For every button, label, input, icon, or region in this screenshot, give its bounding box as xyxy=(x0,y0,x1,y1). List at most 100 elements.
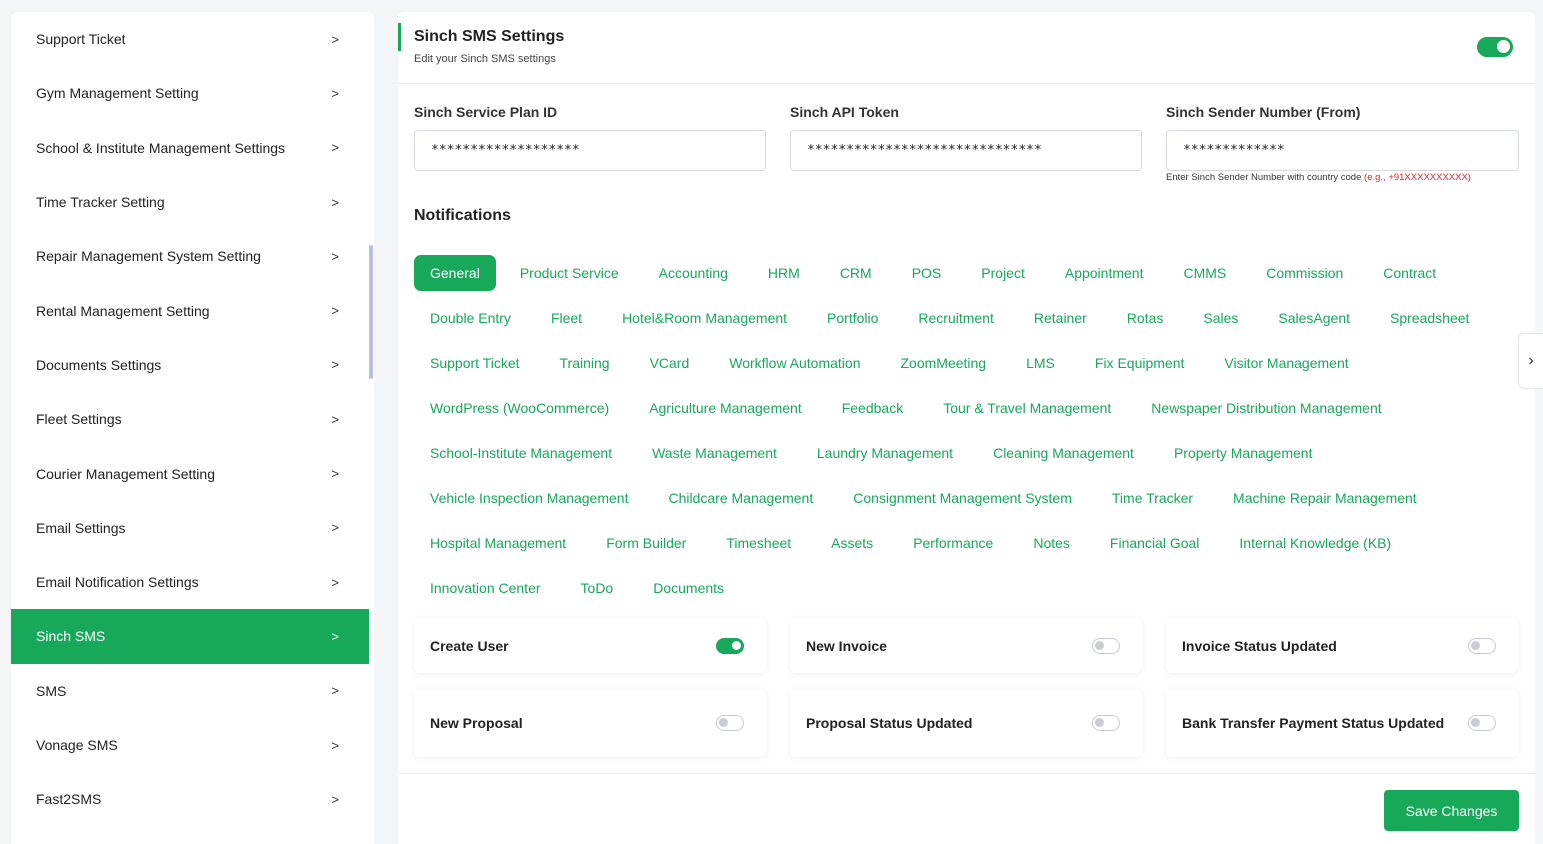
tab-sales[interactable]: Sales xyxy=(1187,300,1254,336)
tab-rotas[interactable]: Rotas xyxy=(1111,300,1180,336)
sidebar-item-repair-management-system-setting[interactable]: Repair Management System Setting > xyxy=(11,229,369,283)
sidebar-item-vonage-sms[interactable]: Vonage SMS > xyxy=(11,718,369,772)
tab-wordpress-woocommerce[interactable]: WordPress (WooCommerce) xyxy=(414,390,625,426)
tab-contract[interactable]: Contract xyxy=(1367,255,1452,291)
tab-visitor-management[interactable]: Visitor Management xyxy=(1208,345,1364,381)
sidebar-item-documents-settings[interactable]: Documents Settings > xyxy=(11,338,369,392)
tab-timesheet[interactable]: Timesheet xyxy=(710,525,807,561)
sidebar-scrollbar[interactable] xyxy=(369,245,373,379)
tab-product-service[interactable]: Product Service xyxy=(504,255,635,291)
tab-waste-management[interactable]: Waste Management xyxy=(636,435,793,471)
tab-assets[interactable]: Assets xyxy=(815,525,889,561)
sidebar-item-fast2sms[interactable]: Fast2SMS > xyxy=(11,772,369,826)
tab-form-builder[interactable]: Form Builder xyxy=(590,525,702,561)
toggle-knob xyxy=(732,640,741,650)
tab-training[interactable]: Training xyxy=(544,345,626,381)
tab-performance[interactable]: Performance xyxy=(897,525,1009,561)
bank-transfer-payment-status-updated-toggle[interactable] xyxy=(1468,715,1496,731)
tab-workflow-automation[interactable]: Workflow Automation xyxy=(713,345,876,381)
tab-financial-goal[interactable]: Financial Goal xyxy=(1094,525,1216,561)
tab-portfolio[interactable]: Portfolio xyxy=(811,300,894,336)
tab-lms[interactable]: LMS xyxy=(1010,345,1071,381)
tab-cleaning-management[interactable]: Cleaning Management xyxy=(977,435,1150,471)
tab-time-tracker[interactable]: Time Tracker xyxy=(1096,480,1209,516)
invoice-status-updated-toggle[interactable] xyxy=(1468,637,1496,654)
notification-card-invoice-status-updated: Invoice Status Updated xyxy=(1166,618,1518,673)
tab-hotel-and-room-management[interactable]: Hotel&Room Management xyxy=(606,300,803,336)
sidebar-item-gym-management-setting[interactable]: Gym Management Setting > xyxy=(11,66,369,120)
sidebar-item-school-and-institute-management-settings[interactable]: School & Institute Management Settings > xyxy=(11,121,369,175)
tab-zoommeeting[interactable]: ZoomMeeting xyxy=(885,345,1003,381)
new-proposal-toggle[interactable] xyxy=(716,715,744,731)
tab-double-entry[interactable]: Double Entry xyxy=(414,300,527,336)
tab-retainer[interactable]: Retainer xyxy=(1018,300,1103,336)
tab-appointment[interactable]: Appointment xyxy=(1049,255,1160,291)
chevron-right-icon: > xyxy=(331,140,339,156)
tab-cmms[interactable]: CMMS xyxy=(1167,255,1242,291)
sinch-sms-settings-card: Sinch SMS Settings Edit your Sinch SMS s… xyxy=(398,12,1535,844)
tab-internal-knowledge-kb[interactable]: Internal Knowledge (KB) xyxy=(1223,525,1407,561)
tab-fix-equipment[interactable]: Fix Equipment xyxy=(1079,345,1200,381)
tab-vcard[interactable]: VCard xyxy=(634,345,706,381)
tab-childcare-management[interactable]: Childcare Management xyxy=(652,480,829,516)
sidebar-item-time-tracker-setting[interactable]: Time Tracker Setting > xyxy=(11,175,369,229)
tab-commission[interactable]: Commission xyxy=(1250,255,1359,291)
page-title: Sinch SMS Settings xyxy=(414,28,565,45)
chevron-right-icon: > xyxy=(331,411,339,427)
sinch-sms-enable-toggle[interactable] xyxy=(1477,37,1513,57)
tab-recruitment[interactable]: Recruitment xyxy=(902,300,1009,336)
tab-crm[interactable]: CRM xyxy=(824,255,888,291)
sidebar-item-email-notification-settings[interactable]: Email Notification Settings > xyxy=(11,555,369,609)
new-invoice-toggle[interactable] xyxy=(1092,637,1120,654)
footer-divider xyxy=(398,773,1535,774)
tab-tour-and-travel-management[interactable]: Tour & Travel Management xyxy=(927,390,1127,426)
tab-project[interactable]: Project xyxy=(965,255,1041,291)
tab-spreadsheet[interactable]: Spreadsheet xyxy=(1374,300,1485,336)
sender-number-input[interactable]: ************* xyxy=(1166,130,1519,171)
plan-id-input[interactable]: ******************* xyxy=(414,130,766,171)
create-user-toggle[interactable] xyxy=(716,637,744,654)
sidebar-item-rental-management-setting[interactable]: Rental Management Setting > xyxy=(11,283,369,337)
sidebar-item-email-settings[interactable]: Email Settings > xyxy=(11,501,369,555)
chevron-right-icon: > xyxy=(331,628,339,644)
sidebar-item-fleet-settings[interactable]: Fleet Settings > xyxy=(11,392,369,446)
proposal-status-updated-toggle[interactable] xyxy=(1092,715,1120,731)
tab-newspaper-distribution-management[interactable]: Newspaper Distribution Management xyxy=(1135,390,1397,426)
customizer-toggle-arrow[interactable]: › xyxy=(1518,333,1543,389)
chevron-right-icon: > xyxy=(331,357,339,373)
tab-documents[interactable]: Documents xyxy=(637,570,740,606)
api-token-input[interactable]: ****************************** xyxy=(790,130,1142,171)
save-changes-button[interactable]: Save Changes xyxy=(1384,790,1519,831)
tab-property-management[interactable]: Property Management xyxy=(1158,435,1329,471)
sidebar-item-label: Documents Settings xyxy=(36,356,162,373)
tab-school-institute-management[interactable]: School-Institute Management xyxy=(414,435,628,471)
tab-vehicle-inspection-management[interactable]: Vehicle Inspection Management xyxy=(414,480,644,516)
tab-consignment-management-system[interactable]: Consignment Management System xyxy=(837,480,1088,516)
sidebar-item-courier-management-setting[interactable]: Courier Management Setting > xyxy=(11,446,369,500)
chevron-right-icon: > xyxy=(331,737,339,753)
tab-general[interactable]: General xyxy=(414,254,496,291)
tab-agriculture-management[interactable]: Agriculture Management xyxy=(633,390,818,426)
sidebar-item-support-ticket[interactable]: Support Ticket > xyxy=(11,12,369,66)
tab-salesagent[interactable]: SalesAgent xyxy=(1262,300,1366,336)
chevron-right-icon: > xyxy=(331,85,339,101)
tab-notes[interactable]: Notes xyxy=(1017,525,1086,561)
tab-todo[interactable]: ToDo xyxy=(565,570,630,606)
sidebar-item-label: School & Institute Management Settings xyxy=(36,139,286,156)
tab-fleet[interactable]: Fleet xyxy=(535,300,598,336)
chevron-right-icon: > xyxy=(331,31,339,47)
tab-innovation-center[interactable]: Innovation Center xyxy=(414,570,557,606)
sidebar-item-sinch-sms[interactable]: Sinch SMS > xyxy=(11,609,369,664)
tab-feedback[interactable]: Feedback xyxy=(826,390,919,426)
tab-support-ticket[interactable]: Support Ticket xyxy=(414,345,536,381)
sidebar-item-sms[interactable]: SMS > xyxy=(11,664,369,718)
tab-laundry-management[interactable]: Laundry Management xyxy=(801,435,969,471)
tab-hospital-management[interactable]: Hospital Management xyxy=(414,525,582,561)
notification-card-proposal-status-updated: Proposal Status Updated xyxy=(790,689,1142,757)
tab-row: Vehicle Inspection Management Childcare M… xyxy=(414,475,1524,520)
sidebar-item-label: Courier Management Setting xyxy=(36,465,215,482)
tab-pos[interactable]: POS xyxy=(896,255,958,291)
tab-accounting[interactable]: Accounting xyxy=(643,255,744,291)
tab-hrm[interactable]: HRM xyxy=(752,255,816,291)
tab-machine-repair-management[interactable]: Machine Repair Management xyxy=(1217,480,1433,516)
